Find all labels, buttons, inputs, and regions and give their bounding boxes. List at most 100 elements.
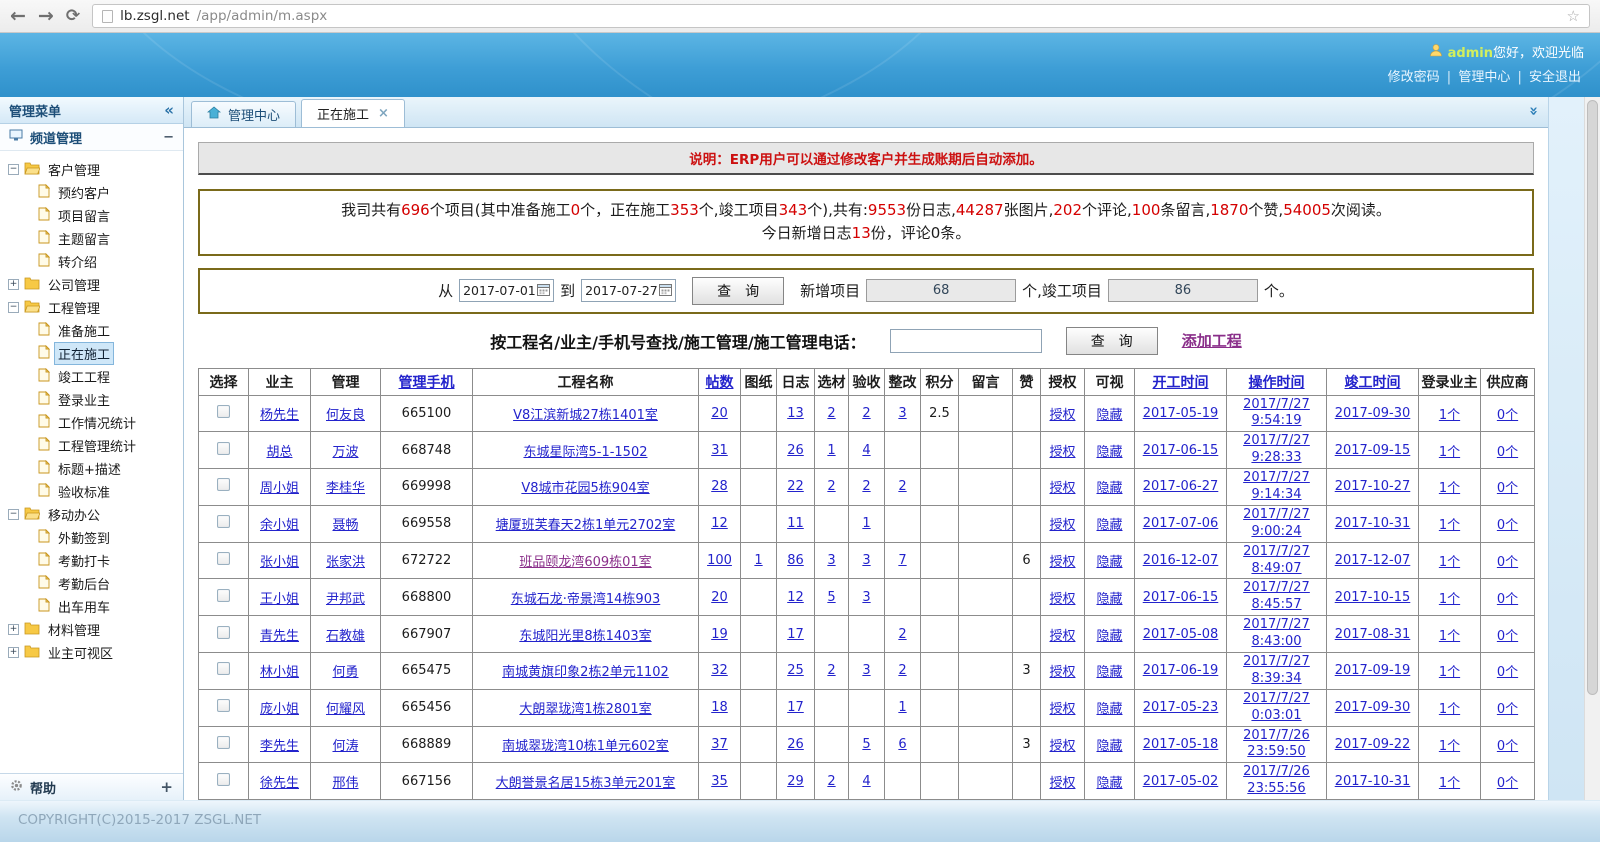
calendar-icon[interactable] [537,283,550,299]
search-button[interactable]: 查 询 [1066,327,1158,355]
owner-link[interactable]: 徐先生 [260,776,299,791]
operate-date-link[interactable]: 2017/7/27 [1229,433,1324,450]
finish-date-link[interactable]: 2017-12-07 [1335,553,1411,568]
supplier-link[interactable]: 0个 [1497,665,1518,680]
login-owner-link[interactable]: 1个 [1439,739,1460,754]
column-header-竣工时间[interactable]: 竣工时间 [1327,368,1419,395]
supplier-link[interactable]: 0个 [1497,592,1518,607]
login-owner-link[interactable]: 1个 [1439,776,1460,791]
expand-expander-icon[interactable]: + [8,624,19,635]
owner-link[interactable]: 周小姐 [260,481,299,496]
operate-time-link[interactable]: 9:00:24 [1229,524,1324,541]
row-checkbox[interactable] [217,589,230,602]
supplier-link[interactable]: 0个 [1497,776,1518,791]
forward-button-icon[interactable]: → [38,7,54,26]
logs-link[interactable]: 11 [787,516,804,531]
rework-link[interactable]: 1 [898,700,906,715]
row-checkbox[interactable] [217,515,230,528]
sidebar-item-公司管理[interactable]: 公司管理 [45,274,103,295]
url-bar[interactable]: lb.zsgl.net/app/admin/m.aspx ☆ [92,4,1590,28]
supplier-link[interactable]: 0个 [1497,445,1518,460]
owner-link[interactable]: 余小姐 [260,518,299,533]
reload-button-icon[interactable]: ⟳ [66,8,80,25]
logs-link[interactable]: 17 [787,627,804,642]
vertical-scrollbar[interactable] [1584,97,1600,800]
start-date-link[interactable]: 2017-05-23 [1143,700,1219,715]
sidebar-item-准备施工[interactable]: 准备施工 [55,320,113,341]
operate-time-link[interactable]: 23:55:56 [1229,781,1324,798]
sidebar-item-竣工工程[interactable]: 竣工工程 [55,366,113,387]
finish-date-link[interactable]: 2017-10-27 [1335,479,1411,494]
sidebar-help-bar[interactable]: 帮助 + [0,773,183,800]
finish-date-link[interactable]: 2017-09-22 [1335,737,1411,752]
sidebar-item-外勤签到[interactable]: 外勤签到 [55,527,113,548]
operate-date-link[interactable]: 2017/7/27 [1229,617,1324,634]
sidebar-item-标题+描述[interactable]: 标题+描述 [55,458,124,479]
row-checkbox[interactable] [217,552,230,565]
project-name-link[interactable]: 南城翠珑湾10栋1单元602室 [502,739,669,754]
manager-link[interactable]: 张家洪 [326,555,365,570]
owner-link[interactable]: 王小姐 [260,592,299,607]
login-owner-link[interactable]: 1个 [1439,445,1460,460]
operate-time-link[interactable]: 8:49:07 [1229,561,1324,578]
manager-link[interactable]: 聂畅 [332,518,358,533]
posts-link[interactable]: 19 [711,627,728,642]
manager-link[interactable]: 邢伟 [332,776,358,791]
manager-link[interactable]: 石教雄 [326,629,365,644]
header-link-2[interactable]: 安全退出 [1529,70,1581,85]
acceptance-link[interactable]: 1 [862,516,870,531]
sidebar-item-转介绍[interactable]: 转介绍 [55,251,100,272]
project-name-link[interactable]: 塘厦班芙春天2栋1单元2702室 [496,518,676,533]
start-date-link[interactable]: 2017-05-02 [1143,774,1219,789]
operate-time-link[interactable]: 8:43:00 [1229,634,1324,651]
authorize-link[interactable]: 授权 [1049,408,1075,423]
posts-link[interactable]: 20 [711,406,728,421]
hide-link[interactable]: 隐藏 [1096,445,1122,460]
operate-date-link[interactable]: 2017/7/27 [1229,470,1324,487]
sidebar-item-正在施工[interactable]: 正在施工 [55,343,113,364]
finish-date-link[interactable]: 2017-09-30 [1335,700,1411,715]
manager-link[interactable]: 何勇 [332,665,358,680]
finish-date-link[interactable]: 2017-10-31 [1335,516,1411,531]
finish-date-link[interactable]: 2017-10-31 [1335,774,1411,789]
manager-link[interactable]: 尹邦武 [326,592,365,607]
operate-date-link[interactable]: 2017/7/27 [1229,580,1324,597]
start-date-link[interactable]: 2016-12-07 [1143,553,1219,568]
operate-date-link[interactable]: 2017/7/26 [1229,764,1324,781]
materials-link[interactable]: 2 [827,663,835,678]
column-header-link[interactable]: 开工时间 [1153,375,1209,391]
owner-link[interactable]: 杨先生 [260,408,299,423]
login-owner-link[interactable]: 1个 [1439,481,1460,496]
posts-link[interactable]: 37 [711,737,728,752]
acceptance-link[interactable]: 2 [862,406,870,421]
supplier-link[interactable]: 0个 [1497,629,1518,644]
rework-link[interactable]: 6 [898,737,906,752]
rework-link[interactable]: 2 [898,627,906,642]
operate-time-link[interactable]: 9:14:34 [1229,487,1324,504]
project-name-link[interactable]: 东城阳光里8栋1403室 [519,629,651,644]
sidebar-item-考勤打卡[interactable]: 考勤打卡 [55,550,113,571]
operate-date-link[interactable]: 2017/7/27 [1229,691,1324,708]
materials-link[interactable]: 3 [827,553,835,568]
authorize-link[interactable]: 授权 [1049,555,1075,570]
hide-link[interactable]: 隐藏 [1096,702,1122,717]
hide-link[interactable]: 隐藏 [1096,518,1122,533]
tab-close-icon[interactable]: × [378,106,389,121]
acceptance-link[interactable]: 3 [862,590,870,605]
start-date-link[interactable]: 2017-07-06 [1143,516,1219,531]
column-header-帖数[interactable]: 帖数 [699,368,741,395]
sidebar-item-移动办公[interactable]: 移动办公 [45,504,103,525]
hide-link[interactable]: 隐藏 [1096,665,1122,680]
sidebar-item-项目留言[interactable]: 项目留言 [55,205,113,226]
rework-link[interactable]: 7 [898,553,906,568]
sidebar-item-登录业主[interactable]: 登录业主 [55,389,113,410]
sidebar-item-预约客户[interactable]: 预约客户 [55,182,113,203]
expand-expander-icon[interactable]: + [8,279,19,290]
row-checkbox[interactable] [217,736,230,749]
start-date-link[interactable]: 2017-05-19 [1143,406,1219,421]
supplier-link[interactable]: 0个 [1497,408,1518,423]
rework-link[interactable]: 3 [898,406,906,421]
hide-link[interactable]: 隐藏 [1096,592,1122,607]
acceptance-link[interactable]: 2 [862,479,870,494]
finish-date-link[interactable]: 2017-09-15 [1335,443,1411,458]
